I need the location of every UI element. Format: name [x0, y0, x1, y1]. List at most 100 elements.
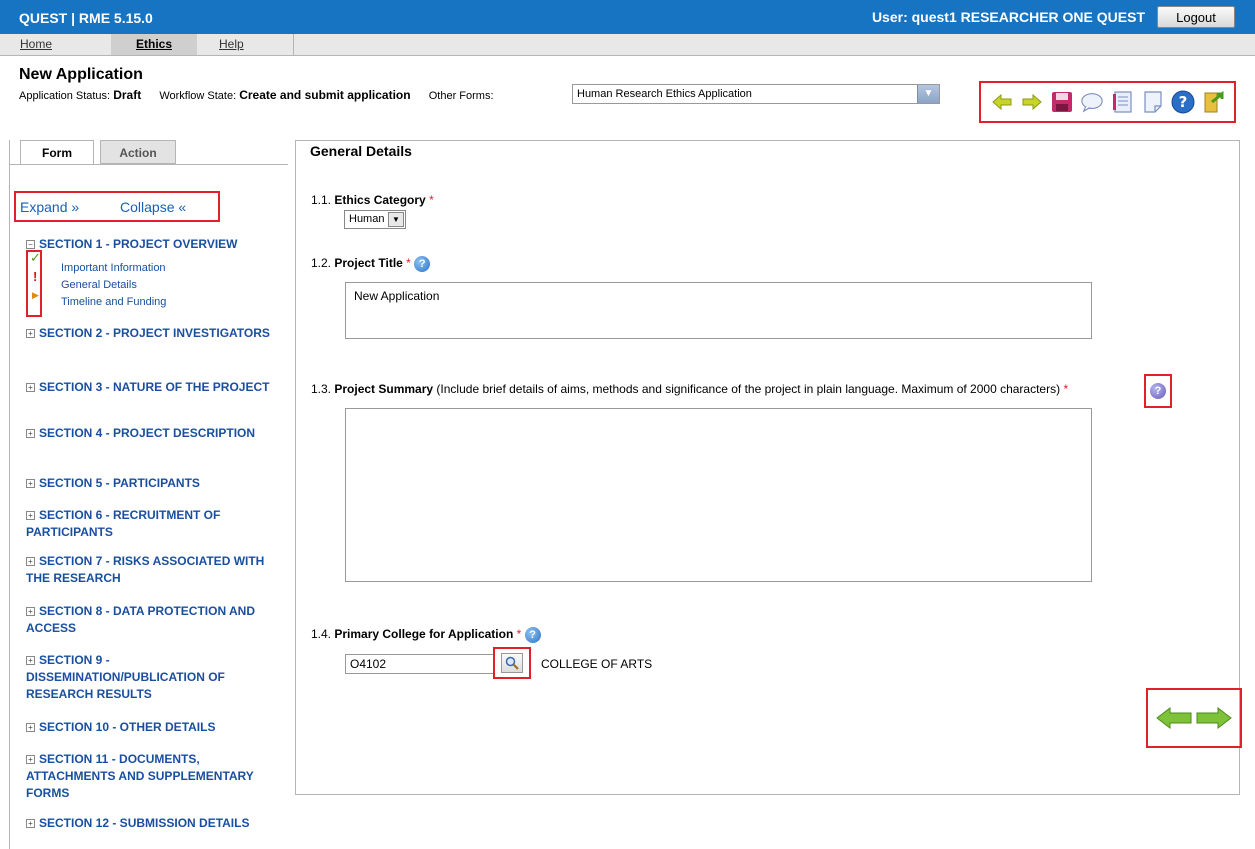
question-label: Primary College for Application [334, 627, 514, 642]
logout-button[interactable]: Logout [1157, 6, 1235, 28]
help-icon[interactable]: ? [524, 627, 541, 643]
tab-action[interactable]: Action [100, 140, 176, 164]
arrow-left-icon[interactable] [990, 90, 1014, 114]
tab-divider [10, 164, 288, 165]
section-label: SECTION 4 - PROJECT DESCRIPTION [39, 426, 256, 440]
section-label: SECTION 6 - RECRUITMENT OF PARTICIPANTS [26, 508, 221, 539]
section-label: SECTION 3 - NATURE OF THE PROJECT [39, 380, 270, 394]
help-icon[interactable]: ? [414, 256, 431, 272]
other-forms-label: Other Forms: [428, 90, 494, 102]
section-10[interactable]: + SECTION 10 - OTHER DETAILS [26, 719, 276, 736]
help-circle-icon[interactable]: ? [1171, 90, 1195, 114]
comment-icon[interactable] [1080, 90, 1104, 114]
section-12[interactable]: + SECTION 12 - SUBMISSION DETAILS [26, 815, 276, 832]
app-status-value: Draft [113, 88, 142, 102]
lookup-highlight [493, 647, 531, 679]
section-7[interactable]: + SECTION 7 - RISKS ASSOCIATED WITH THE R… [26, 553, 276, 587]
action-toolbar: ? [979, 81, 1236, 123]
expand-icon[interactable]: + [26, 511, 35, 520]
app-title: QUEST | RME 5.15.0 [19, 10, 153, 26]
menu-help[interactable]: Help [209, 34, 269, 55]
expand-collapse-controls: Expand » Collapse « [14, 191, 220, 222]
chevron-down-icon[interactable]: ▼ [388, 212, 404, 227]
summary-help-highlight: ? [1144, 374, 1172, 408]
question-label: Project Title [334, 256, 403, 271]
section-label: SECTION 1 - PROJECT OVERVIEW [39, 237, 238, 251]
page-navigation [1146, 688, 1242, 748]
nav-general-details[interactable]: General Details [61, 277, 137, 293]
check-icon: ✓ [30, 250, 41, 265]
expand-icon[interactable]: + [26, 329, 35, 338]
project-title-textarea[interactable]: New Application [345, 282, 1092, 339]
required-marker: * [516, 627, 522, 642]
menu-bar: Home Ethics Help [0, 34, 1255, 56]
menu-ethics[interactable]: Ethics [111, 34, 197, 55]
required-marker: * [1063, 382, 1069, 396]
previous-page-icon[interactable] [1156, 707, 1192, 729]
question-number: 1.3. [311, 382, 332, 396]
help-icon[interactable]: ? [1150, 383, 1166, 399]
section-8[interactable]: + SECTION 8 - DATA PROTECTION AND ACCESS [26, 603, 276, 637]
other-forms-select[interactable]: Human Research Ethics Application ▼ [572, 84, 940, 104]
current-icon: ▶ [32, 290, 39, 300]
section-4[interactable]: + SECTION 4 - PROJECT DESCRIPTION [26, 425, 276, 442]
collapse-link[interactable]: Collapse « [120, 199, 186, 215]
status-line: Application Status: Draft Workflow State… [19, 88, 494, 102]
section-6[interactable]: + SECTION 6 - RECRUITMENT OF PARTICIPANTS [26, 507, 276, 541]
menu-divider [293, 34, 294, 56]
other-forms-value: Human Research Ethics Application [577, 88, 752, 100]
question-number: 1.1. [311, 193, 332, 207]
expand-icon[interactable]: + [26, 755, 35, 764]
form-section-title: General Details [310, 143, 412, 159]
next-page-icon[interactable] [1196, 707, 1232, 729]
note-icon[interactable] [1141, 90, 1165, 114]
expand-icon[interactable]: + [26, 607, 35, 616]
exit-icon[interactable] [1201, 90, 1225, 114]
form-content-panel: General Details 1.1. Ethics Category * H… [295, 140, 1242, 795]
section-label: SECTION 11 - DOCUMENTS, ATTACHMENTS AND … [26, 752, 254, 800]
ethics-category-select[interactable]: Human ▼ [344, 210, 406, 229]
workflow-value: Create and submit application [239, 88, 411, 102]
section-9[interactable]: + SECTION 9 - DISSEMINATION/PUBLICATION O… [26, 652, 276, 703]
expand-icon[interactable]: + [26, 819, 35, 828]
college-name: COLLEGE OF ARTS [541, 657, 653, 671]
expand-icon[interactable]: + [26, 723, 35, 732]
page-title: New Application [19, 66, 143, 83]
expand-icon[interactable]: + [26, 656, 35, 665]
question-primary-college: 1.4. Primary College for Application * ? [311, 627, 541, 643]
menu-home[interactable]: Home [10, 34, 70, 55]
nav-timeline-funding[interactable]: Timeline and Funding [61, 294, 166, 310]
project-summary-textarea[interactable] [345, 408, 1092, 582]
search-icon [505, 656, 519, 670]
section-11[interactable]: + SECTION 11 - DOCUMENTS, ATTACHMENTS AND… [26, 751, 276, 802]
lookup-button[interactable] [501, 653, 523, 673]
question-label: Project Summary [334, 382, 434, 396]
section-1[interactable]: − SECTION 1 - PROJECT OVERVIEW [26, 236, 276, 253]
expand-icon[interactable]: + [26, 383, 35, 392]
question-number: 1.4. [311, 627, 332, 642]
required-marker: * [406, 256, 411, 271]
expand-icon[interactable]: + [26, 557, 35, 566]
question-label: Ethics Category [334, 193, 426, 207]
collapse-icon[interactable]: − [26, 240, 35, 249]
expand-link[interactable]: Expand » [20, 199, 79, 215]
expand-icon[interactable]: + [26, 479, 35, 488]
section-label: SECTION 12 - SUBMISSION DETAILS [39, 816, 250, 830]
save-icon[interactable] [1050, 90, 1074, 114]
notes-icon[interactable] [1111, 90, 1135, 114]
college-code-input[interactable]: O4102 [345, 654, 495, 674]
arrow-right-icon[interactable] [1020, 90, 1044, 114]
workflow-label: Workflow State: [159, 90, 237, 102]
chevron-down-icon[interactable]: ▼ [917, 85, 939, 103]
expand-icon[interactable]: + [26, 429, 35, 438]
section-3[interactable]: + SECTION 3 - NATURE OF THE PROJECT [26, 379, 276, 396]
tab-form[interactable]: Form [20, 140, 94, 165]
section-2[interactable]: + SECTION 2 - PROJECT INVESTIGATORS [26, 325, 276, 342]
user-info: User: quest1 RESEARCHER ONE QUEST [871, 9, 1145, 25]
nav-important-information[interactable]: Important Information [61, 260, 166, 276]
section-label: SECTION 9 - DISSEMINATION/PUBLICATION OF… [26, 653, 225, 701]
section-5[interactable]: + SECTION 5 - PARTICIPANTS [26, 475, 276, 492]
form-navigation-panel: Form Action Expand » Collapse « − SECTION… [9, 140, 288, 849]
svg-text:?: ? [1178, 93, 1187, 111]
question-project-summary: 1.3. Project Summary (Include brief deta… [311, 382, 1068, 396]
